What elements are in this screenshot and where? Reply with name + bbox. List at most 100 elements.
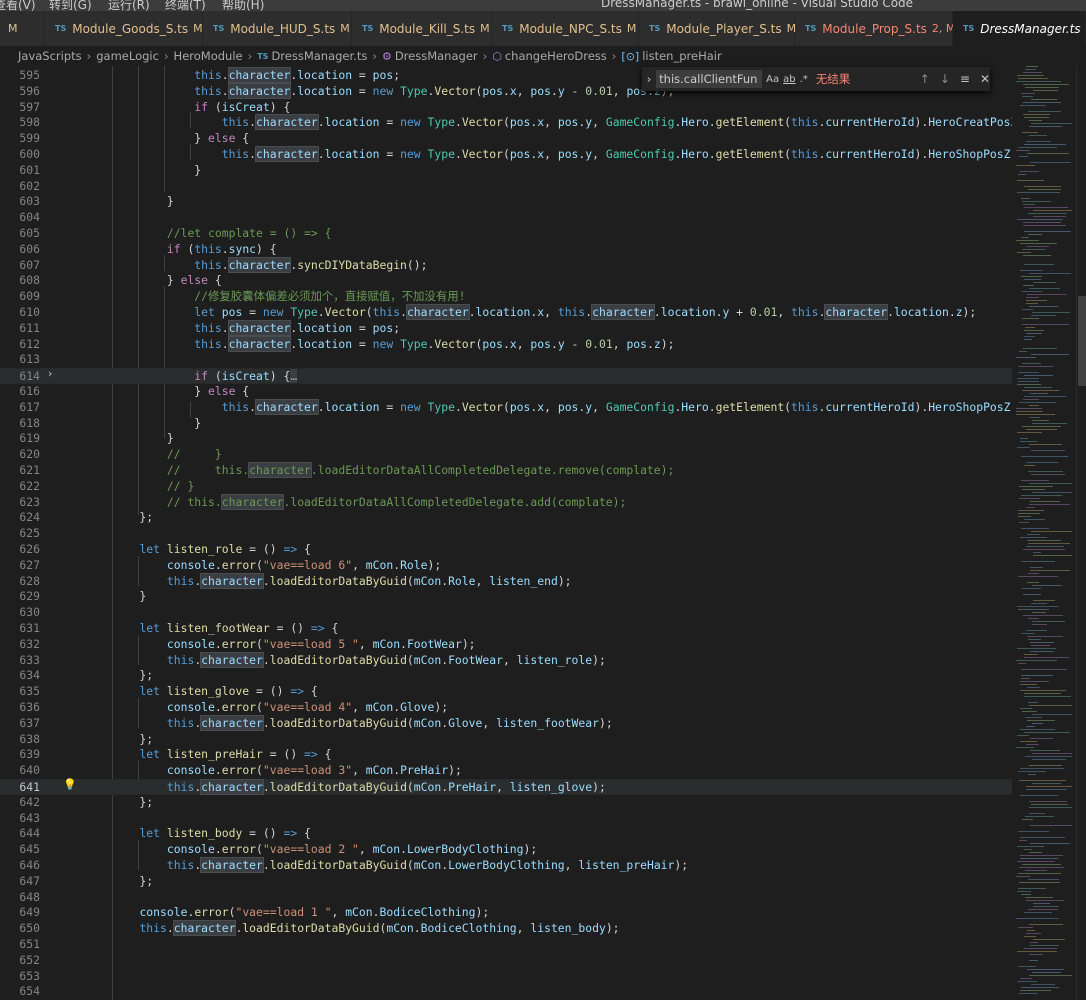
code-line[interactable]: 643 (0, 811, 1012, 827)
breadcrumb-item[interactable]: DressManager (395, 49, 478, 63)
code-line[interactable]: 654 (0, 984, 1012, 1000)
code-line[interactable]: 629 } (0, 589, 1012, 605)
code-line[interactable]: 608 } else { (0, 273, 1012, 289)
find-input[interactable] (656, 70, 763, 88)
menu-goto[interactable]: 转到(G) (49, 0, 92, 11)
code-line[interactable]: 604 (0, 210, 1012, 226)
code-line[interactable]: 632 console.error("vae==load 5 ", mCon.F… (0, 637, 1012, 653)
minimap-line (1019, 402, 1056, 403)
code-line[interactable]: 610 let pos = new Type.Vector(this.chara… (0, 304, 1012, 321)
code-line[interactable]: 616 } else { (0, 384, 1012, 400)
code-line[interactable]: 625 (0, 526, 1012, 542)
code-line[interactable]: 638 }; (0, 732, 1012, 748)
code-line[interactable]: 652 (0, 953, 1012, 969)
code-line[interactable]: 648 (0, 890, 1012, 906)
menu-help[interactable]: 帮助(H) (222, 0, 264, 11)
minimap-line (1023, 549, 1065, 550)
code-line[interactable]: 602 (0, 179, 1012, 195)
code-line[interactable]: 609 //修复胶囊体偏差必须加个，直接赋值，不加没有用! (0, 289, 1012, 305)
code-line[interactable]: 639 let listen_preHair = () => { (0, 747, 1012, 763)
tab-module-hud[interactable]: TS Module_HUD_S.ts M (203, 11, 352, 46)
code-line[interactable]: 653 (0, 969, 1012, 985)
tab-module-kill[interactable]: TS Module_Kill_S.ts M (352, 11, 492, 46)
code-line[interactable]: 622 // } (0, 479, 1012, 495)
code-line[interactable]: 637 this.character.loadEditorDataByGuid(… (0, 714, 1012, 732)
code-line[interactable]: 612 this.character.location = new Type.V… (0, 335, 1012, 353)
code-line[interactable]: 618 } (0, 416, 1012, 432)
code-line[interactable]: 619 } (0, 431, 1012, 447)
code-line[interactable]: 630 (0, 605, 1012, 621)
code-line[interactable]: 627 console.error("vae==load 6", mCon.Ro… (0, 558, 1012, 574)
code-line[interactable]: 601 } (0, 163, 1012, 179)
code-line[interactable]: 620 // } (0, 447, 1012, 463)
tab-module-prop[interactable]: TS Module_Prop_S.ts 2, M (795, 11, 955, 46)
minimap-line (1018, 381, 1039, 382)
code-line[interactable]: 633 this.character.loadEditorDataByGuid(… (0, 651, 1012, 669)
breadcrumb-item[interactable]: DressManager.ts (271, 49, 367, 63)
code-editor[interactable]: 595 this.character.location = pos; 596 th… (0, 66, 1012, 1000)
code-line[interactable]: 599 } else { (0, 131, 1012, 147)
code-line[interactable]: 607 this.character.syncDIYDataBegin(); (0, 256, 1012, 274)
code-line[interactable]: 624 }; (0, 510, 1012, 526)
line-number: 617 (19, 399, 40, 414)
code-line[interactable]: 623 // this.character.loadEditorDataAllC… (0, 493, 1012, 511)
fold-expand-icon[interactable]: › (48, 367, 52, 380)
match-word-toggle[interactable]: ab (783, 74, 795, 85)
code-line[interactable]: 650 this.character.loadEditorDataByGuid(… (0, 920, 1012, 937)
code-line[interactable]: 611 this.character.location = pos; (0, 319, 1012, 337)
breadcrumb-item[interactable]: gameLogic (96, 49, 159, 63)
menu-run[interactable]: 运行(R) (108, 0, 150, 11)
minimap-line (1031, 354, 1069, 355)
code-line[interactable]: 614 if (isCreat) {… (0, 368, 1012, 384)
lightbulb-icon[interactable]: 💡 (63, 778, 77, 791)
minimap-line (1020, 858, 1058, 859)
arrow-up-icon[interactable]: ↑ (920, 72, 930, 86)
code-line[interactable]: 651 (0, 937, 1012, 953)
minimap-line (1032, 783, 1061, 784)
code-line[interactable]: 636 console.error("vae==load 4", mCon.Gl… (0, 700, 1012, 716)
code-line[interactable]: 626 let listen_role = () => { (0, 542, 1012, 558)
code-line[interactable]: 645 console.error("vae==load 2 ", mCon.L… (0, 842, 1012, 858)
tab-module-npc[interactable]: TS Module_NPC_S.ts M (492, 11, 639, 46)
code-line[interactable]: 606 if (this.sync) { (0, 242, 1012, 258)
code-line[interactable]: 640 console.error("vae==load 3", mCon.Pr… (0, 763, 1012, 779)
menu-view[interactable]: 查看(V) (0, 0, 36, 11)
code-line[interactable]: 631 let listen_footWear = () => { (0, 621, 1012, 637)
code-line[interactable]: 646 this.character.loadEditorDataByGuid(… (0, 857, 1012, 874)
tab-module-goods[interactable]: TS Module_Goods_S.ts M (45, 11, 203, 46)
close-icon[interactable]: ✕ (980, 72, 990, 86)
chevron-right-icon[interactable]: › (642, 72, 656, 86)
code-line[interactable]: 641 this.character.loadEditorDataByGuid(… (0, 779, 1012, 795)
code-line[interactable]: 642 }; (0, 795, 1012, 811)
code-line[interactable]: 649 console.error("vae==load 1 ", mCon.B… (0, 905, 1012, 921)
code-line[interactable]: 598 this.character.location = new Type.V… (0, 114, 1012, 131)
code-line[interactable]: 613 (0, 352, 1012, 368)
code-line[interactable]: 597 if (isCreat) { (0, 100, 1012, 116)
breadcrumb-item[interactable]: JavaScripts (18, 49, 82, 63)
minimap-line (1026, 900, 1064, 901)
code-line[interactable]: 621 // this.character.loadEditorDataAllC… (0, 462, 1012, 479)
tab-dress-manager[interactable]: TS DressManager.ts ✕ (953, 11, 1086, 46)
code-line[interactable]: 647 }; (0, 874, 1012, 890)
breadcrumb-item[interactable]: HeroModule (174, 49, 243, 63)
match-case-toggle[interactable]: Aa (766, 74, 779, 85)
code-line[interactable]: 628 this.character.loadEditorDataByGuid(… (0, 572, 1012, 590)
code-line[interactable]: 635 let listen_glove = () => { (0, 684, 1012, 700)
code-line[interactable]: 603 } (0, 194, 1012, 210)
tab-module-player[interactable]: TS Module_Player_S.ts M (639, 11, 796, 46)
menu-terminal[interactable]: 终端(T) (165, 0, 206, 11)
regex-toggle[interactable]: .* (800, 74, 808, 85)
tab-partial[interactable]: M (0, 11, 45, 46)
code-line[interactable]: 617 this.character.location = new Type.V… (0, 398, 1012, 416)
breadcrumb-item[interactable]: changeHeroDress (505, 49, 607, 63)
breadcrumb-item[interactable]: listen_preHair (642, 49, 721, 63)
code-line[interactable]: 644 let listen_body = () => { (0, 826, 1012, 842)
arrow-down-icon[interactable]: ↓ (940, 72, 950, 86)
vertical-scrollbar[interactable] (1076, 66, 1086, 1000)
code-line[interactable]: 605 //let complate = () => { (0, 226, 1012, 242)
code-line[interactable]: 634 }; (0, 668, 1012, 684)
minimap[interactable] (1012, 66, 1076, 1000)
scrollbar-thumb[interactable] (1078, 296, 1086, 386)
find-in-selection-icon[interactable]: ≡ (960, 72, 970, 86)
code-line[interactable]: 600 this.character.location = new Type.V… (0, 146, 1012, 163)
